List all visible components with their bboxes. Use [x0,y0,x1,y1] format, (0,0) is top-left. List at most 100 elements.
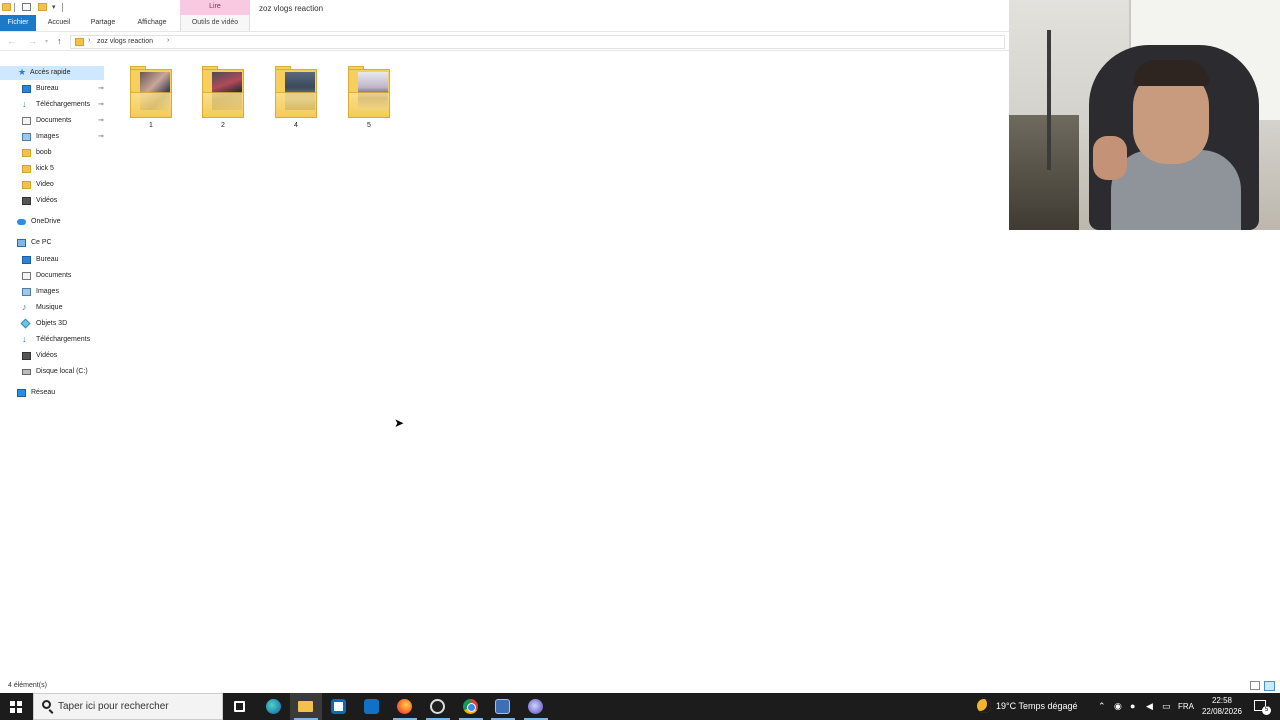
properties-icon[interactable] [22,3,31,11]
folder-name: 2 [221,122,225,129]
edge-icon [266,699,281,714]
document-icon [22,117,31,125]
divider [62,3,63,12]
folder-name: 1 [149,122,153,129]
pin-icon: ⊸ [98,117,104,124]
status-bar: 4 élément(s) [0,680,1280,693]
taskbar-firefox[interactable] [389,693,421,720]
folder-icon [22,165,31,173]
folder-name: 5 [367,122,371,129]
search-icon [42,700,51,709]
address-bar[interactable]: › zoz vlogs reaction › [70,35,1005,49]
outlook-icon [364,699,379,714]
desktop-icon [22,85,31,93]
folder-icon [202,66,244,118]
tab-view[interactable]: Affichage [130,15,174,31]
breadcrumb[interactable]: zoz vlogs reaction [97,38,153,45]
person-hand [1093,136,1127,180]
tab-file[interactable]: Fichier [0,15,36,31]
tab-home[interactable]: Accueil [40,15,78,31]
title-bar: ▾ Lire zoz vlogs reaction [0,0,1009,15]
folder-icon [130,66,172,118]
image-icon [22,133,31,141]
person-hair [1133,60,1209,86]
customize-quick-access-icon[interactable]: ▾ [52,3,56,11]
store-icon [331,699,346,714]
chrome-icon [463,699,478,714]
download-icon: ↓ [22,334,27,344]
folder-icon [75,38,84,46]
computer-icon [17,239,26,247]
camera-icon[interactable]: ◉ [1114,701,1122,712]
back-icon[interactable]: ← [7,36,16,46]
folder-item[interactable]: 5 [340,66,398,138]
pin-icon: ⊸ [98,85,104,92]
task-view-icon [234,701,245,712]
details-view-icon[interactable] [1250,681,1260,690]
tab-video-tools[interactable]: Outils de vidéo [180,15,250,31]
item-count: 4 élément(s) [8,682,47,689]
mouse-cursor-icon: ➤ [394,416,405,430]
search-placeholder: Taper ici pour rechercher [58,701,169,712]
search-input[interactable]: Taper ici pour rechercher [33,693,223,720]
folder-icon [275,66,317,118]
taskbar-microsoft-store[interactable] [323,693,355,720]
moon-icon[interactable] [977,699,991,713]
large-icons-view-icon[interactable] [1264,681,1275,691]
clock-date[interactable]: 22/08/2026 [1192,707,1252,716]
taskbar-app[interactable] [520,693,552,720]
taskbar-edge[interactable] [258,693,290,720]
taskbar-obs[interactable] [422,693,454,720]
desktop-icon [22,256,31,264]
app-icon [528,699,543,714]
chevron-up-icon[interactable]: ⌃ [1098,701,1106,712]
star-icon: ★ [18,67,27,77]
divider [14,3,15,12]
image-icon [22,288,31,296]
app-icon [495,699,510,714]
file-explorer-icon [298,701,313,712]
chevron-right-icon[interactable]: › [167,37,169,44]
tab-share[interactable]: Partage [84,15,122,31]
clock-time[interactable]: 22:58 [1192,696,1252,705]
new-folder-icon[interactable] [38,3,47,11]
firefox-icon [397,699,412,714]
windows-logo-icon [10,701,22,713]
video-icon [22,352,31,360]
ribbon-tabs: Fichier Accueil Partage Affichage Outils… [0,15,1009,32]
folder-item[interactable]: 2 [194,66,252,138]
video-icon [22,197,31,205]
microphone-icon[interactable]: ● [1130,701,1135,711]
3d-objects-icon [20,318,31,329]
network-icon[interactable]: ▭ [1162,701,1171,712]
folder-icon [22,181,31,189]
folder-icon [2,3,11,11]
window-title: zoz vlogs reaction [259,4,324,13]
taskbar-file-explorer[interactable] [290,693,322,720]
address-row: ← → ▾ ↑ › zoz vlogs reaction › [0,33,1009,51]
weather-widget[interactable]: 19°C Temps dégagé [996,701,1078,711]
volume-icon[interactable]: ◀ [1146,701,1153,712]
file-list[interactable]: 1 2 4 5 [106,52,1009,682]
taskbar-outlook[interactable] [356,693,388,720]
start-button[interactable] [0,693,32,720]
taskbar: Taper ici pour rechercher 19°C Temps dég… [0,693,1280,720]
chevron-right-icon[interactable]: › [88,37,90,44]
contextual-tab-group: Lire [180,0,250,15]
taskbar-chrome[interactable] [455,693,487,720]
tripod [1047,30,1051,170]
up-icon[interactable]: ↑ [57,36,62,46]
webcam-overlay [1009,0,1280,230]
folder-item[interactable]: 4 [267,66,325,138]
disk-icon [22,369,31,375]
folder-icon [348,66,390,118]
taskbar-app[interactable] [487,693,519,720]
folder-item[interactable]: 1 [122,66,180,138]
task-view-button[interactable] [224,693,256,720]
sidebar-item-quick-access[interactable]: ★ Accès rapide [0,66,104,80]
document-icon [22,272,31,280]
cloud-icon [17,219,26,225]
recent-locations-icon[interactable]: ▾ [45,38,48,45]
forward-icon[interactable]: → [28,36,37,46]
pin-icon: ⊸ [98,133,104,140]
